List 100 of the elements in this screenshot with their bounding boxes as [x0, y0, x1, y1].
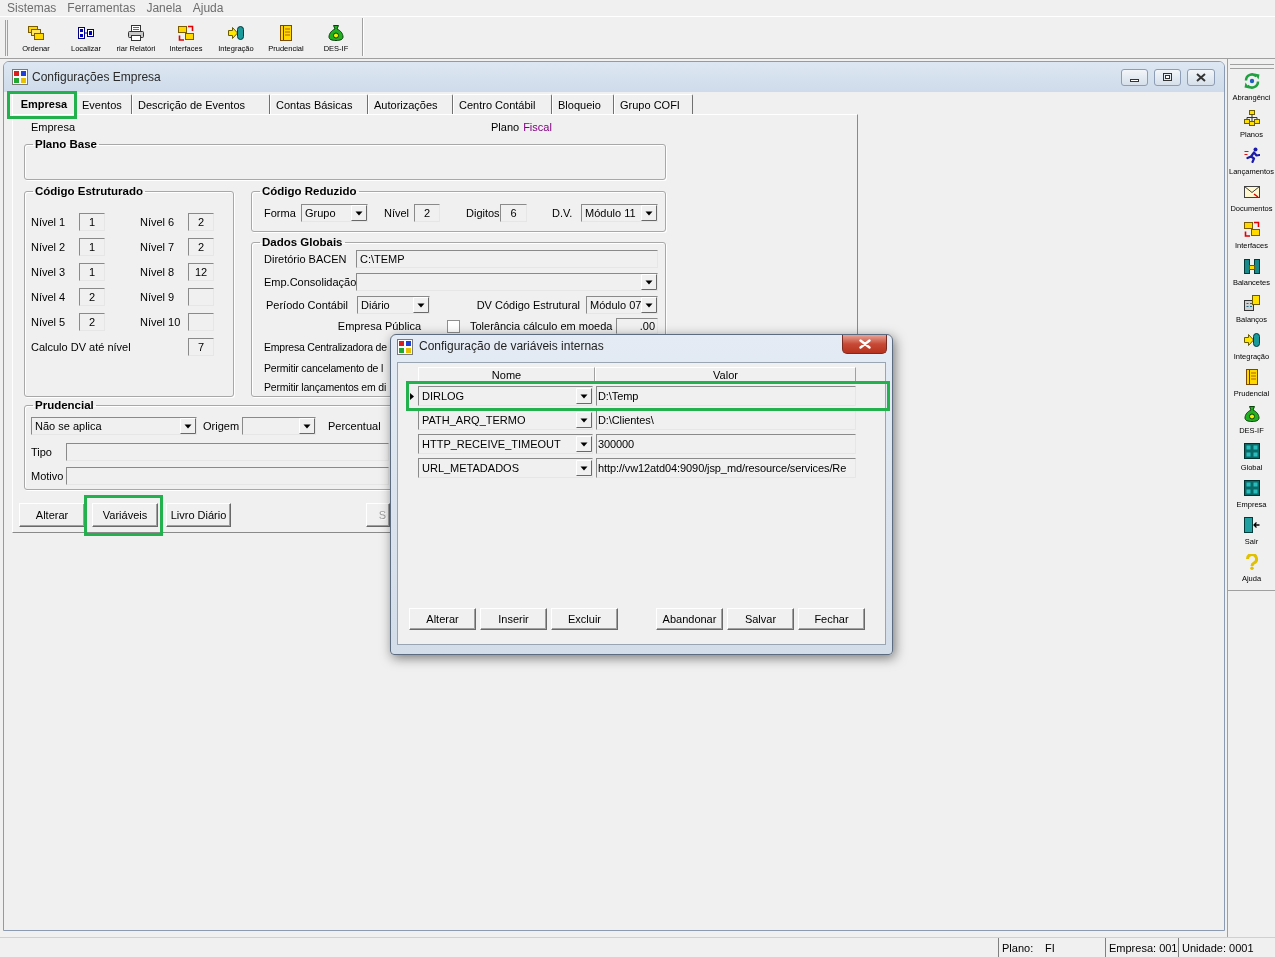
text-field[interactable]: 2: [414, 204, 440, 222]
push-button[interactable]: Alterar: [19, 503, 85, 527]
text-field[interactable]: 1: [79, 213, 105, 231]
menu-item[interactable]: Janela: [146, 1, 182, 15]
field-label: Tipo: [31, 446, 52, 458]
dropdown-arrow-icon[interactable]: [576, 412, 592, 428]
minimize-button[interactable]: [1121, 68, 1148, 86]
menu-item[interactable]: Ferramentas: [67, 1, 136, 15]
tab[interactable]: Eventos: [76, 94, 132, 114]
text-field[interactable]: http://vw12atd04:9090/jsp_md/resource/services/Re: [596, 458, 856, 478]
field-label: Nível 10: [140, 316, 181, 328]
push-button[interactable]: Abandonar: [656, 608, 723, 630]
push-button[interactable]: Excluir: [551, 608, 618, 630]
text-field[interactable]: C:\TEMP: [356, 250, 658, 268]
app-icon: [397, 339, 413, 355]
text-field[interactable]: 12: [188, 263, 214, 281]
text-field[interactable]: 7: [188, 338, 214, 356]
text-field[interactable]: 6: [500, 204, 527, 222]
exit-door-icon: [1243, 517, 1260, 533]
dropdown-arrow-icon[interactable]: [641, 297, 658, 313]
menu-item[interactable]: Sistemas: [7, 1, 57, 15]
plan-value: Fiscal: [523, 120, 552, 134]
org-chart-icon: [1243, 110, 1260, 126]
dropdown-arrow-icon[interactable]: [576, 460, 592, 476]
group-title: Código Estruturado: [34, 184, 144, 198]
dropdown-field[interactable]: Módulo 07: [586, 296, 658, 314]
text-field[interactable]: 2: [188, 213, 214, 231]
menu-item[interactable]: Ajuda: [192, 1, 224, 15]
field-label: Nível 2: [31, 241, 66, 253]
text-field[interactable]: [66, 443, 389, 461]
folders-arrows-icon: [178, 25, 194, 41]
dropdown-field[interactable]: [356, 273, 658, 291]
text-field[interactable]: 2: [79, 313, 105, 331]
field-label: Percentual: [328, 420, 381, 432]
grid-icon: [1243, 480, 1260, 496]
push-button[interactable]: Variáveis: [92, 503, 158, 527]
text-field[interactable]: [188, 313, 214, 331]
dropdown-field[interactable]: [242, 417, 316, 435]
notebook-icon: [278, 25, 294, 41]
field-label: Tolerância cálculo em moeda: [470, 320, 613, 332]
checkbox[interactable]: [447, 319, 460, 333]
push-button[interactable]: Alterar: [409, 608, 476, 630]
tab[interactable]: Descrição de Eventos: [132, 94, 270, 114]
text-field[interactable]: [188, 288, 214, 306]
dropdown-field[interactable]: Não se aplica: [31, 417, 197, 435]
dropdown-field[interactable]: Módulo 11: [581, 204, 658, 222]
push-button[interactable]: Inserir: [480, 608, 547, 630]
restore-button[interactable]: [1154, 68, 1181, 86]
dropdown-field[interactable]: DIRLOG: [418, 386, 593, 406]
text-field[interactable]: 1: [79, 263, 105, 281]
dropdown-arrow-icon[interactable]: [180, 418, 196, 434]
field-label: Empresa Centralizadora de: [264, 340, 387, 354]
dropdown-arrow-icon[interactable]: [413, 297, 429, 313]
arrow-cylinder-icon: [228, 25, 244, 41]
restore-icon: [1163, 73, 1172, 81]
dropdown-arrow-icon[interactable]: [576, 388, 592, 404]
dropdown-arrow-icon[interactable]: [641, 274, 657, 290]
close-icon: [1196, 72, 1206, 82]
tab[interactable]: Grupo COFI: [614, 94, 693, 114]
text-field[interactable]: 2: [188, 238, 214, 256]
text-field[interactable]: D:\Clientes\: [596, 410, 856, 430]
close-button[interactable]: [1187, 68, 1215, 86]
tab[interactable]: Centro Contábil: [453, 94, 552, 114]
tab[interactable]: Autorizações: [368, 94, 453, 114]
field-label: Digitos: [466, 207, 500, 219]
push-button[interactable]: Salvar: [727, 608, 794, 630]
window-title: Configurações Empresa: [32, 70, 161, 84]
dropdown-arrow-icon[interactable]: [351, 205, 367, 221]
building-icon: [1243, 295, 1260, 311]
dropdown-arrow-icon[interactable]: [576, 436, 592, 452]
dropdown-field[interactable]: Grupo: [301, 204, 368, 222]
field-label: Nível 5: [31, 316, 66, 328]
dropdown-field[interactable]: HTTP_RECEIVE_TIMEOUT: [418, 434, 593, 454]
field-label: Calculo DV até nível: [31, 341, 131, 353]
dropdown-arrow-icon[interactable]: [299, 418, 315, 434]
text-field[interactable]: [66, 467, 389, 485]
push-button[interactable]: Livro Diário: [166, 503, 231, 527]
text-field[interactable]: D:\Temp: [596, 386, 856, 406]
push-button[interactable]: Fechar: [798, 608, 865, 630]
money-bag-icon: [1243, 406, 1260, 422]
tab[interactable]: Bloqueio: [552, 94, 614, 114]
field-label: Plano: [491, 120, 520, 134]
text-field[interactable]: .00: [616, 318, 658, 334]
dropdown-field[interactable]: Diário: [357, 296, 430, 314]
close-button[interactable]: [842, 335, 887, 354]
dropdown-field[interactable]: URL_METADADOS: [418, 458, 593, 478]
field-label: Nível 3: [31, 266, 66, 278]
dropdown-arrow-icon[interactable]: [641, 205, 657, 221]
app-icon: [12, 69, 28, 85]
notebook-icon: [1243, 369, 1260, 385]
text-field[interactable]: 2: [79, 288, 105, 306]
pillars-icon: [1243, 258, 1260, 274]
text-field[interactable]: 300000: [596, 434, 856, 454]
text-field[interactable]: 1: [79, 238, 105, 256]
dropdown-field[interactable]: PATH_ARQ_TERMO: [418, 410, 593, 430]
folders-arrows-icon: [1243, 221, 1260, 237]
envelope-icon: [1243, 184, 1260, 200]
tab[interactable]: Contas Básicas: [270, 94, 368, 114]
printer-icon: [128, 25, 144, 41]
field-label: Diretório BACEN: [264, 253, 347, 265]
